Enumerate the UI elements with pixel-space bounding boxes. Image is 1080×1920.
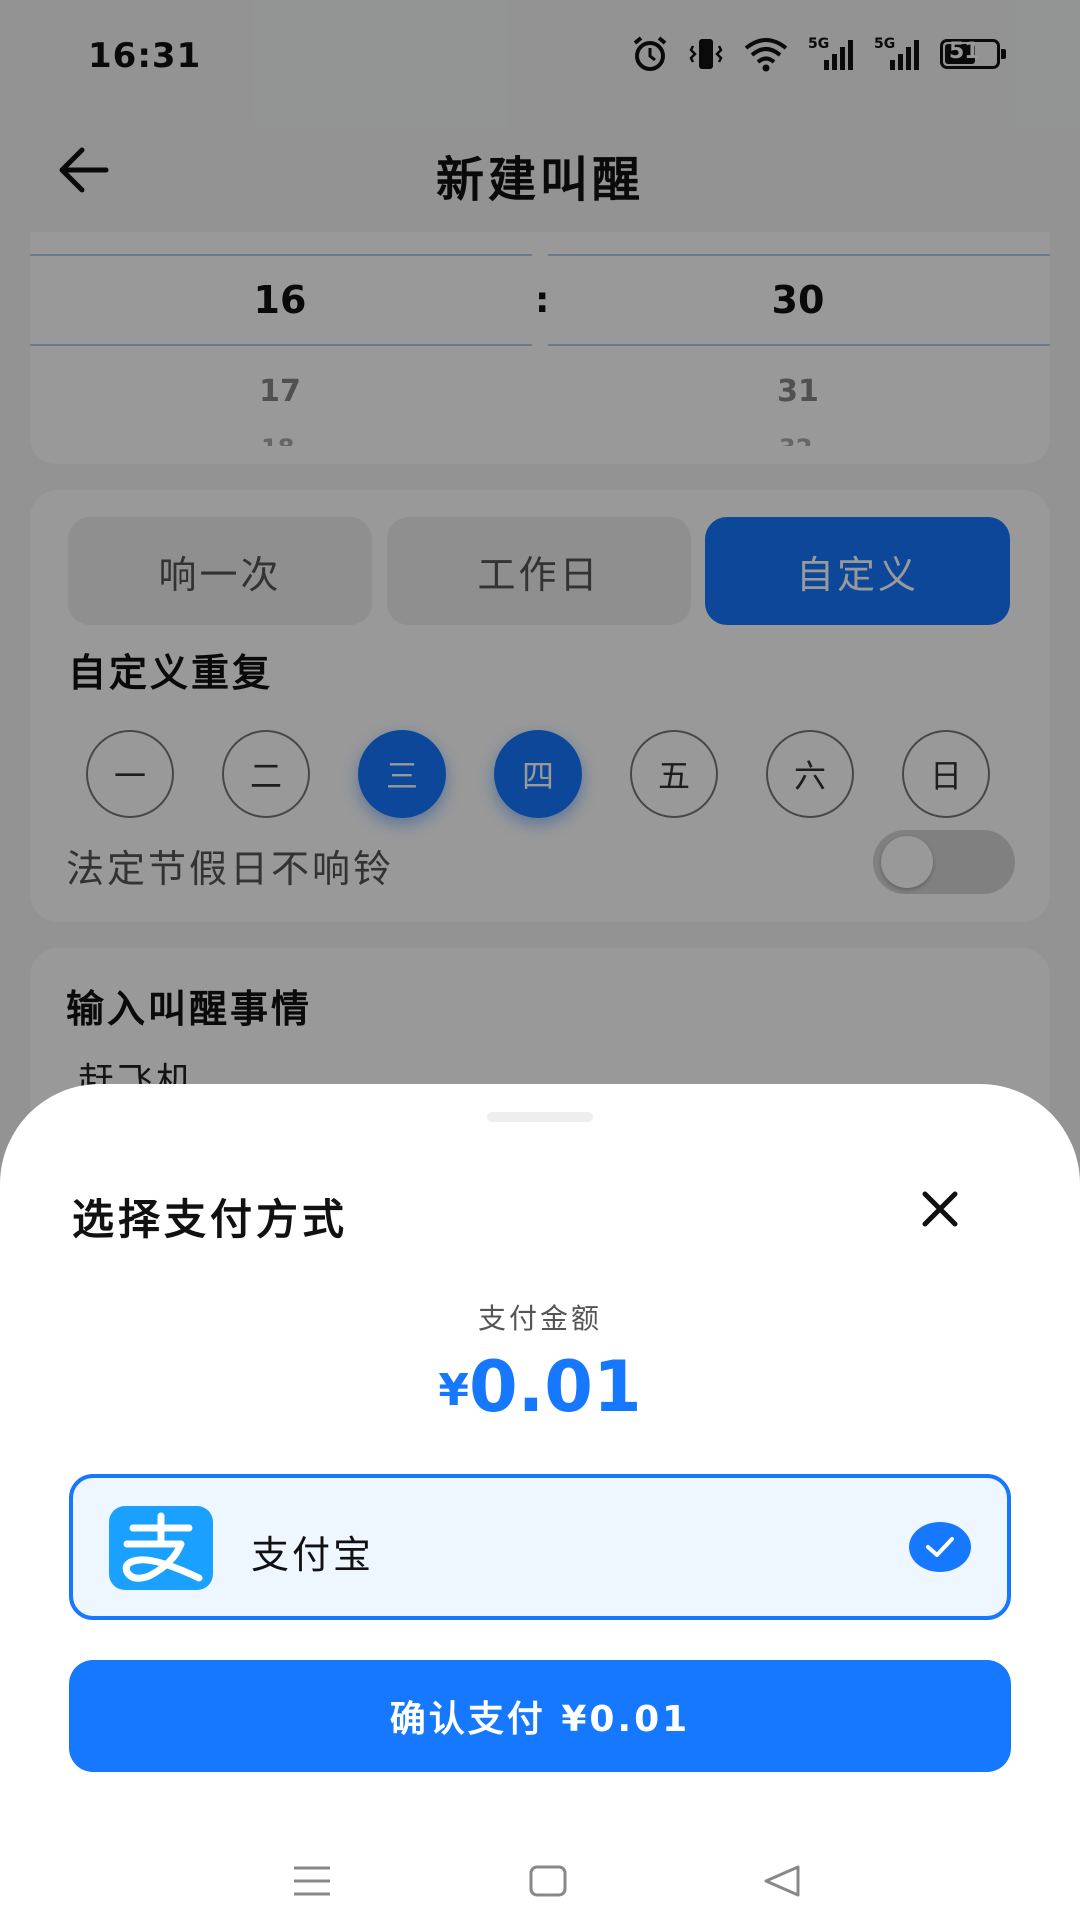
sheet-grabber[interactable]: [487, 1112, 593, 1122]
confirm-payment-button[interactable]: 确认支付 ¥0.01: [69, 1660, 1011, 1772]
payment-amount: ¥0.01: [0, 1346, 1080, 1428]
payment-amount-label: 支付金额: [477, 1302, 602, 1335]
close-button[interactable]: [915, 1184, 965, 1234]
menu-icon[interactable]: [292, 1864, 332, 1902]
home-icon[interactable]: [528, 1864, 568, 1902]
payment-method-alipay[interactable]: 支付宝: [69, 1474, 1011, 1620]
currency-symbol: ¥: [438, 1365, 469, 1416]
alipay-logo-icon: [109, 1506, 213, 1590]
back-icon[interactable]: [762, 1864, 802, 1902]
payment-method-name: 支付宝: [251, 1533, 375, 1577]
system-nav-bar: [0, 1820, 1080, 1920]
payment-sheet-title: 选择支付方式: [72, 1195, 349, 1244]
close-icon: [922, 1191, 958, 1227]
amount-value: 0.01: [468, 1346, 642, 1428]
check-icon: [909, 1522, 971, 1572]
